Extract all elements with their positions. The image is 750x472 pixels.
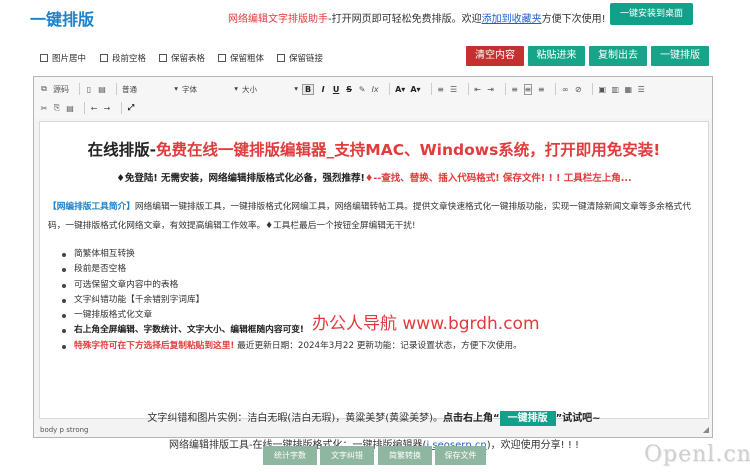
bg-color-icon[interactable]: A▾ (410, 85, 420, 94)
notice-text: -打开网页即可轻松免费排版。欢迎 (328, 14, 482, 25)
format-pill: 一键排版 (499, 411, 556, 426)
new-page-icon[interactable]: ▯ (85, 85, 93, 94)
notice-end-text: 方便下次使用! (541, 14, 606, 25)
option-label: 保留链接 (289, 54, 324, 64)
undo-icon[interactable]: ← (90, 104, 98, 113)
option-keep-link[interactable]: 保留链接 (277, 52, 323, 64)
resize-handle-icon[interactable]: ◢ (703, 425, 709, 434)
strike-icon[interactable]: S (345, 85, 353, 94)
size-select[interactable]: 大小 ▾ (242, 84, 298, 95)
spellcheck-button[interactable]: 文字纠错 (320, 446, 374, 465)
element-path: body p strong (40, 426, 89, 434)
paste-icon[interactable]: ▤ (66, 104, 74, 113)
paint-format-icon[interactable]: ✎ (358, 85, 366, 94)
cut-icon[interactable]: ✂ (40, 104, 48, 113)
brand-watermark: Openl.cn (644, 442, 750, 467)
underline-icon[interactable]: U (332, 85, 340, 94)
editor: ⧉ 源码 ▯ ▤ 普通 ▾ 字体 ▾ 大小 ▾ B I U S ✎ Ix A▾ A▾ ≡… (33, 76, 713, 451)
notice-red-text: 网络编辑文字排版助手 (228, 14, 328, 25)
list-item: 文字纠错功能【千余错别字词库】 (62, 293, 522, 308)
checkbox[interactable] (218, 54, 226, 62)
logo: 一键排版 (30, 10, 95, 29)
content-intro: 【网编排版工具简介】网络编辑一键排版工具，一键排版格式化网编工具，网络编辑转帖工… (48, 202, 691, 231)
source-icon[interactable]: ⧉ (40, 84, 48, 94)
format-select[interactable]: 普通 ▾ (122, 84, 178, 95)
editor-content[interactable]: 在线排版-免费在线一键排版编辑器_支持MAC、Windows系统，打开即用免安装… (39, 121, 709, 451)
save-file-button[interactable]: 保存文件 (435, 446, 486, 465)
remove-format-icon[interactable]: Ix (371, 85, 379, 94)
align-right-icon[interactable]: ≡ (537, 85, 545, 94)
checkbox[interactable] (40, 54, 48, 62)
option-keep-bold[interactable]: 保留粗体 (218, 52, 264, 64)
copy-icon[interactable]: ⎘ (53, 103, 61, 113)
align-center-icon[interactable]: ≡ (523, 83, 533, 95)
checkbox[interactable] (159, 54, 167, 62)
trad-simp-convert-button[interactable]: 简繁转换 (378, 446, 432, 465)
install-desktop-button[interactable]: 一键安装到桌面 (610, 3, 693, 25)
font-select[interactable]: 字体 ▾ (182, 84, 238, 95)
horizontal-rule-icon[interactable]: ☰ (637, 85, 645, 94)
watermark-text: 办公人导航 www.bgrdh.com (312, 314, 540, 334)
code-icon[interactable]: ▥ (611, 85, 619, 94)
unordered-list-icon[interactable]: ☰ (450, 85, 458, 94)
table-icon[interactable]: ▦ (624, 85, 632, 94)
option-image-center[interactable]: 图片居中 (40, 52, 86, 64)
bold-icon[interactable]: B (302, 83, 315, 95)
list-item: 特殊字符可在下方选择后复制粘贴到这里! 最近更新日期：2024年3月22 更新功… (62, 339, 522, 354)
footer-line: 网络编辑排版工具-在线一键排版格式化：一键排版编辑器(i.seoserp.cn)… (40, 436, 708, 451)
clear-content-button[interactable]: 清空内容 (466, 46, 524, 66)
list-item: 简繁体相互转换 (62, 247, 522, 262)
text-color-icon[interactable]: A▾ (395, 85, 405, 94)
align-left-icon[interactable]: ≡ (511, 85, 519, 94)
ordered-list-icon[interactable]: ≡ (437, 85, 445, 94)
copy-out-button[interactable]: 复制出去 (589, 46, 647, 66)
list-item: 段前是否空格 (62, 262, 522, 277)
option-label: 保留粗体 (230, 54, 265, 64)
content-title: 在线排版-免费在线一键排版编辑器_支持MAC、Windows系统，打开即用免安装… (87, 141, 661, 159)
one-click-format-button[interactable]: 一键排版 (651, 46, 709, 66)
outdent-icon[interactable]: ⇤ (474, 85, 482, 94)
link-icon[interactable]: ∞ (561, 85, 569, 94)
paste-in-button[interactable]: 粘贴进来 (528, 46, 585, 66)
example-line: 文字纠错和图片实例：洁白无暇(洁白无瑕)，黄粱美梦(黄粱美梦)。点击右上角“ 一键… (147, 411, 601, 426)
option-label: 保留表格 (171, 54, 206, 64)
list-item: 可选保留文章内容中的表格 (62, 278, 522, 293)
option-indent[interactable]: 段前空格 (100, 52, 146, 64)
checkbox[interactable] (100, 54, 108, 62)
image-icon[interactable]: ▣ (598, 85, 606, 94)
bookmark-link[interactable]: 添加到收藏夹 (482, 14, 542, 25)
redo-icon[interactable]: → (103, 104, 111, 113)
checkbox[interactable] (277, 54, 285, 62)
italic-icon[interactable]: I (319, 85, 327, 94)
word-count-button[interactable]: 统计字数 (263, 446, 317, 465)
unlink-icon[interactable]: ⊘ (574, 85, 582, 94)
source-button[interactable]: 源码 (53, 84, 69, 95)
option-label: 段前空格 (112, 54, 147, 64)
option-label: 图片居中 (52, 54, 87, 64)
editor-toolbar: ⧉ 源码 ▯ ▤ 普通 ▾ 字体 ▾ 大小 ▾ B I U S ✎ Ix A▾ A▾ ≡… (34, 77, 712, 119)
content-subline: ♦免登陆! 无需安装，网络编辑排版格式化必备，强烈推荐!♦--查找、替换、插入代… (116, 173, 632, 184)
header-notice: 网络编辑文字排版助手-打开网页即可轻松免费排版。欢迎添加到收藏夹方便下次使用! (228, 10, 606, 25)
feature-list: 简繁体相互转换 段前是否空格 可选保留文章内容中的表格 文字纠错功能【千余错别字… (62, 247, 522, 354)
templates-icon[interactable]: ▤ (98, 85, 106, 94)
fullscreen-icon[interactable]: ⤢ (127, 103, 135, 113)
indent-icon[interactable]: ⇥ (487, 85, 495, 94)
option-keep-table[interactable]: 保留表格 (159, 52, 205, 64)
